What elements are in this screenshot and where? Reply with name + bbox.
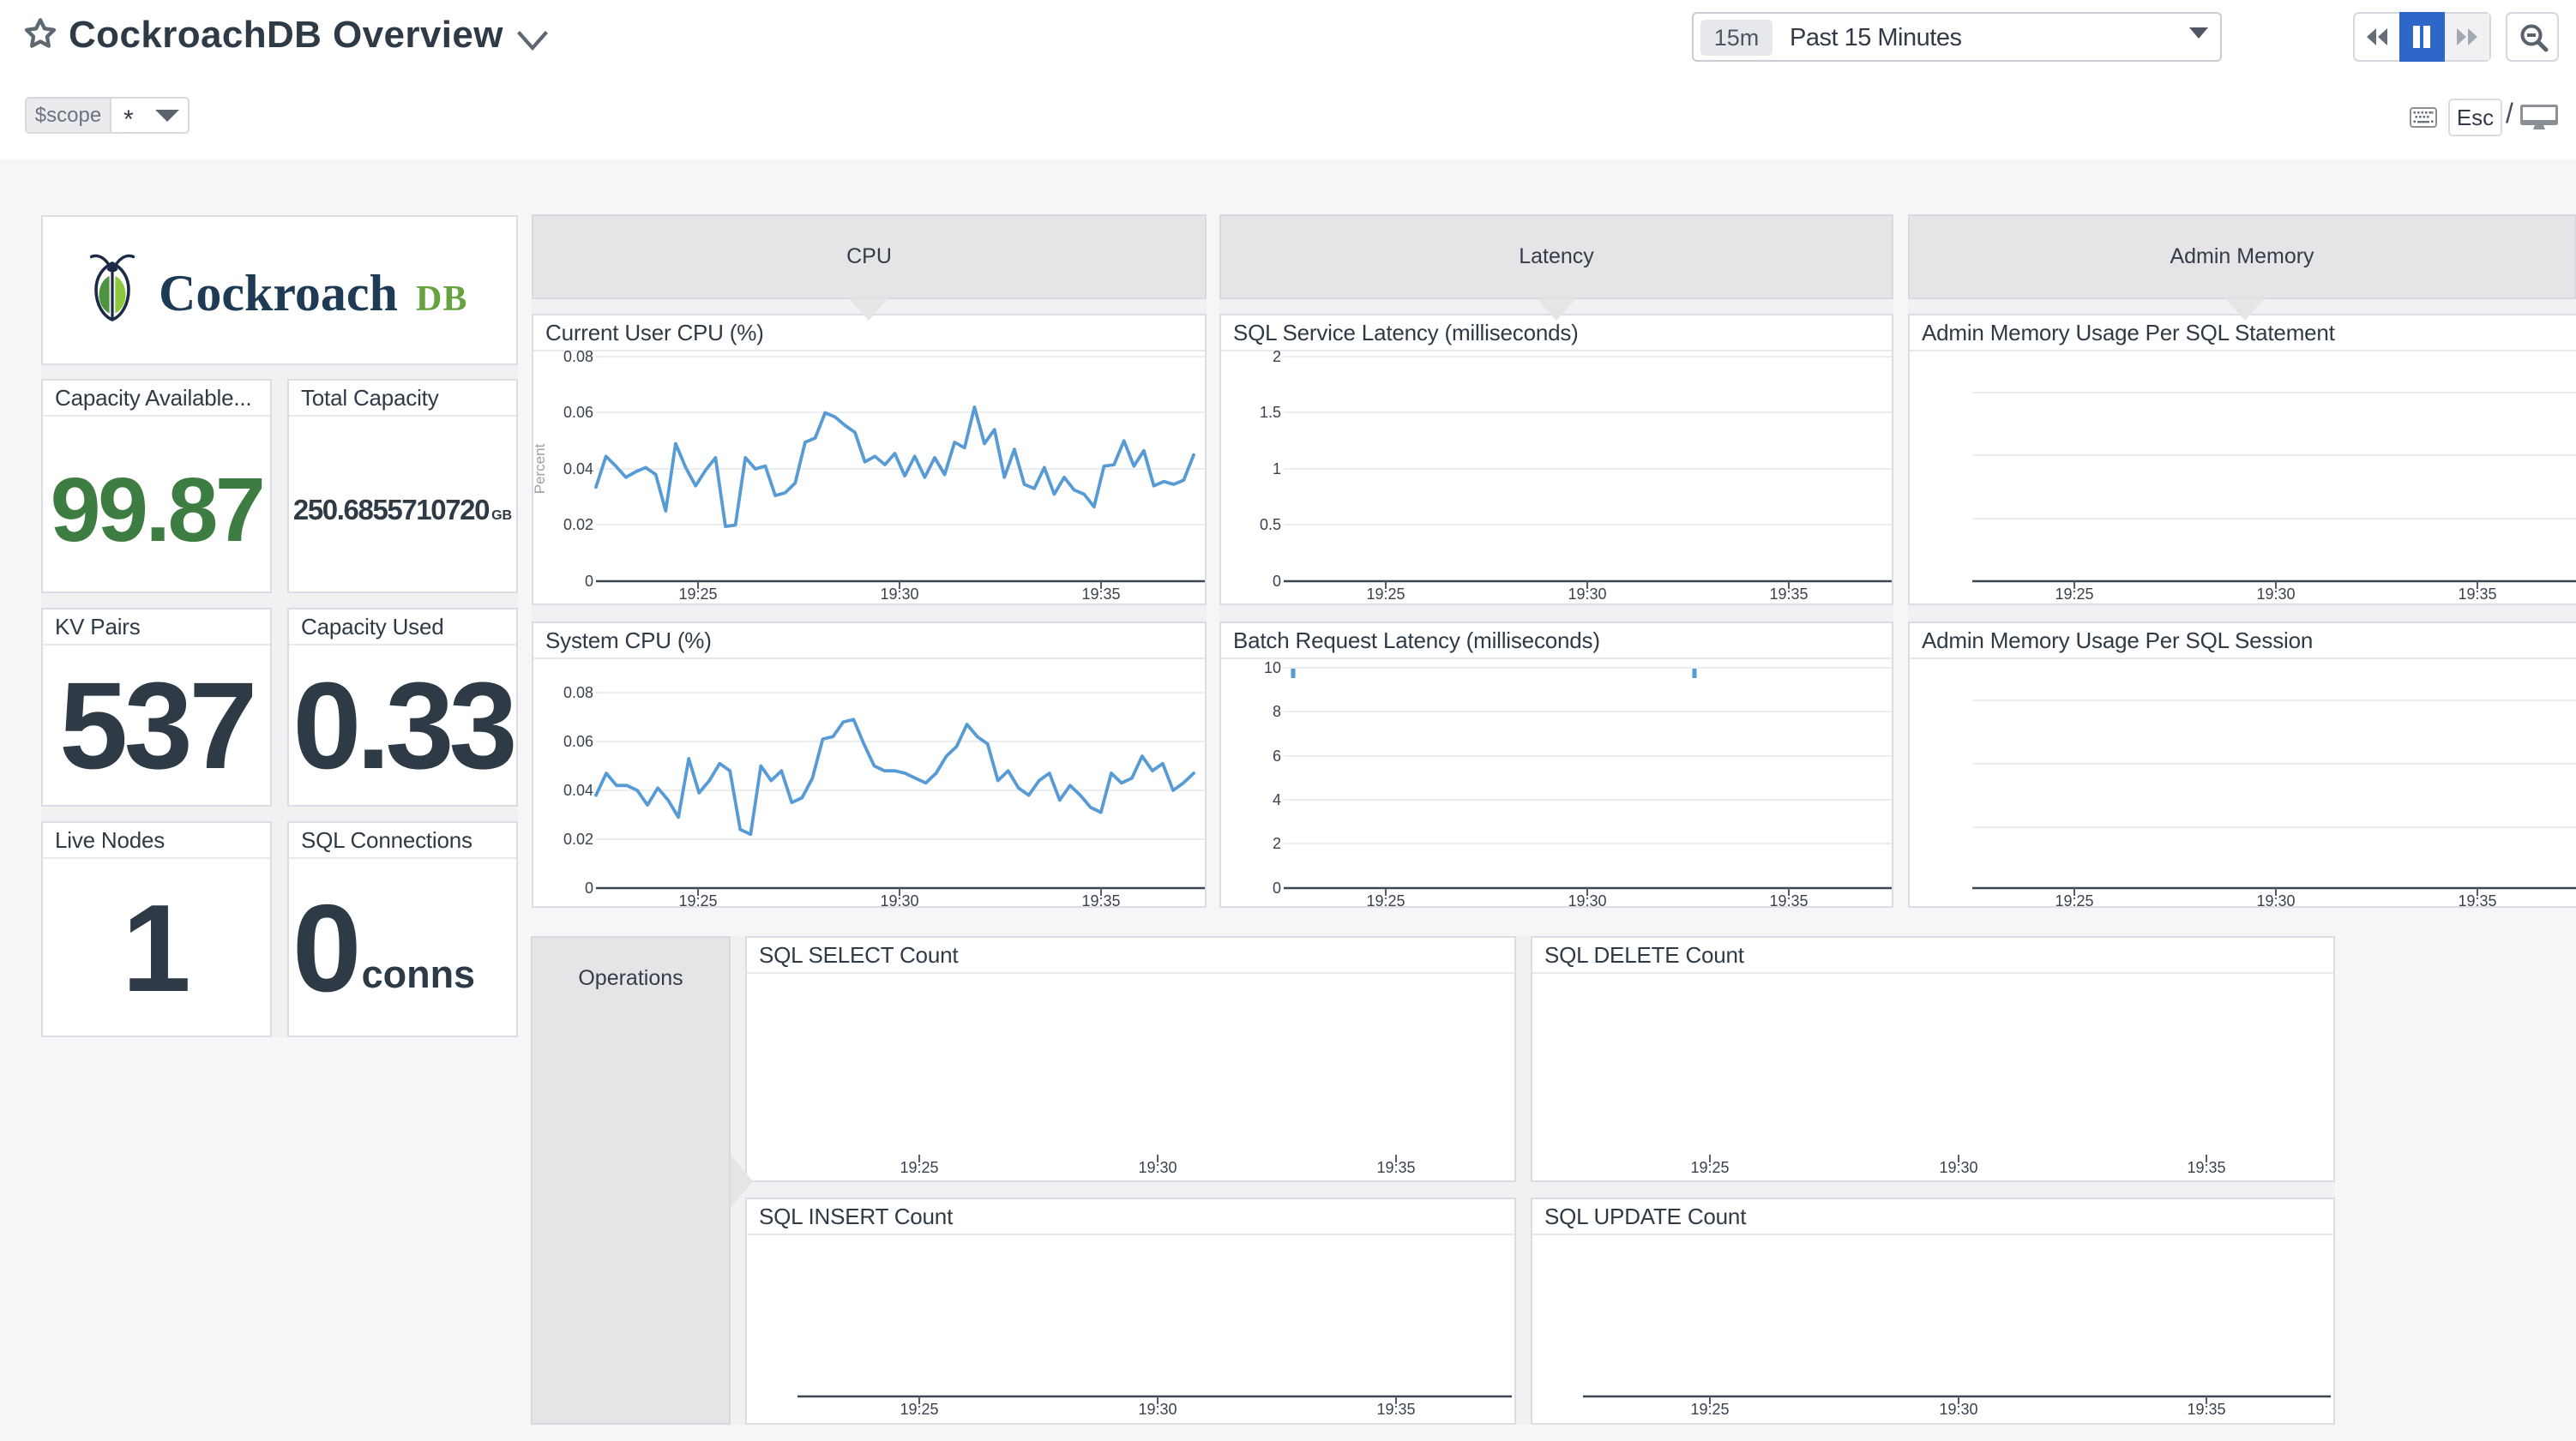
svg-text:19:30: 19:30	[1939, 1159, 1977, 1176]
svg-text:19:30: 19:30	[1568, 892, 1606, 906]
svg-text:19:30: 19:30	[1568, 585, 1606, 603]
svg-text:Cockroach: Cockroach	[159, 265, 398, 321]
svg-text:0.06: 0.06	[563, 733, 593, 750]
svg-text:0: 0	[585, 880, 593, 897]
svg-text:19:35: 19:35	[2458, 892, 2496, 906]
svg-text:4: 4	[1273, 791, 1281, 808]
svg-text:19:35: 19:35	[1376, 1401, 1415, 1418]
svg-text:19:30: 19:30	[2256, 892, 2295, 906]
svg-text:19:25: 19:25	[678, 892, 717, 906]
svg-text:2: 2	[1273, 835, 1281, 852]
svg-text:19:25: 19:25	[1366, 585, 1405, 603]
svg-text:Percent: Percent	[533, 443, 548, 494]
svg-text:19:35: 19:35	[1376, 1159, 1415, 1176]
svg-text:19:25: 19:25	[1366, 892, 1405, 906]
svg-text:19:30: 19:30	[1939, 1401, 1977, 1418]
svg-text:2: 2	[1273, 348, 1281, 365]
svg-text:19:35: 19:35	[1769, 585, 1808, 603]
svg-text:0: 0	[585, 573, 593, 590]
svg-text:19:35: 19:35	[1081, 892, 1120, 906]
svg-text:0.08: 0.08	[563, 348, 593, 365]
svg-text:19:25: 19:25	[678, 585, 717, 603]
svg-text:19:25: 19:25	[1690, 1401, 1729, 1418]
svg-text:19:25: 19:25	[2055, 585, 2093, 603]
svg-text:19:30: 19:30	[1138, 1159, 1177, 1176]
svg-text:19:30: 19:30	[880, 892, 918, 906]
svg-text:0.04: 0.04	[563, 782, 593, 799]
svg-text:6: 6	[1273, 748, 1281, 765]
svg-text:19:25: 19:25	[900, 1159, 938, 1176]
svg-text:1.5: 1.5	[1260, 404, 1281, 421]
svg-text:0.06: 0.06	[563, 404, 593, 421]
svg-text:10: 10	[1264, 659, 1281, 676]
svg-text:0: 0	[1273, 880, 1281, 897]
svg-text:0.02: 0.02	[563, 516, 593, 533]
svg-text:19:35: 19:35	[2187, 1159, 2225, 1176]
svg-text:DB: DB	[416, 279, 467, 319]
svg-text:19:30: 19:30	[1138, 1401, 1177, 1418]
svg-text:19:35: 19:35	[2187, 1401, 2225, 1418]
svg-text:8: 8	[1273, 703, 1281, 720]
svg-text:19:25: 19:25	[1690, 1159, 1729, 1176]
svg-text:19:35: 19:35	[1081, 585, 1120, 603]
svg-text:0.02: 0.02	[563, 831, 593, 848]
svg-text:0: 0	[1273, 573, 1281, 590]
svg-text:19:25: 19:25	[2055, 892, 2093, 906]
svg-text:19:30: 19:30	[2256, 585, 2295, 603]
svg-text:19:35: 19:35	[1769, 892, 1808, 906]
svg-text:0.04: 0.04	[563, 460, 593, 477]
svg-text:19:35: 19:35	[2458, 585, 2496, 603]
svg-text:0.5: 0.5	[1260, 516, 1281, 533]
svg-text:19:25: 19:25	[900, 1401, 938, 1418]
svg-text:19:30: 19:30	[880, 585, 918, 603]
svg-text:0.08: 0.08	[563, 684, 593, 701]
svg-text:1: 1	[1273, 460, 1281, 477]
